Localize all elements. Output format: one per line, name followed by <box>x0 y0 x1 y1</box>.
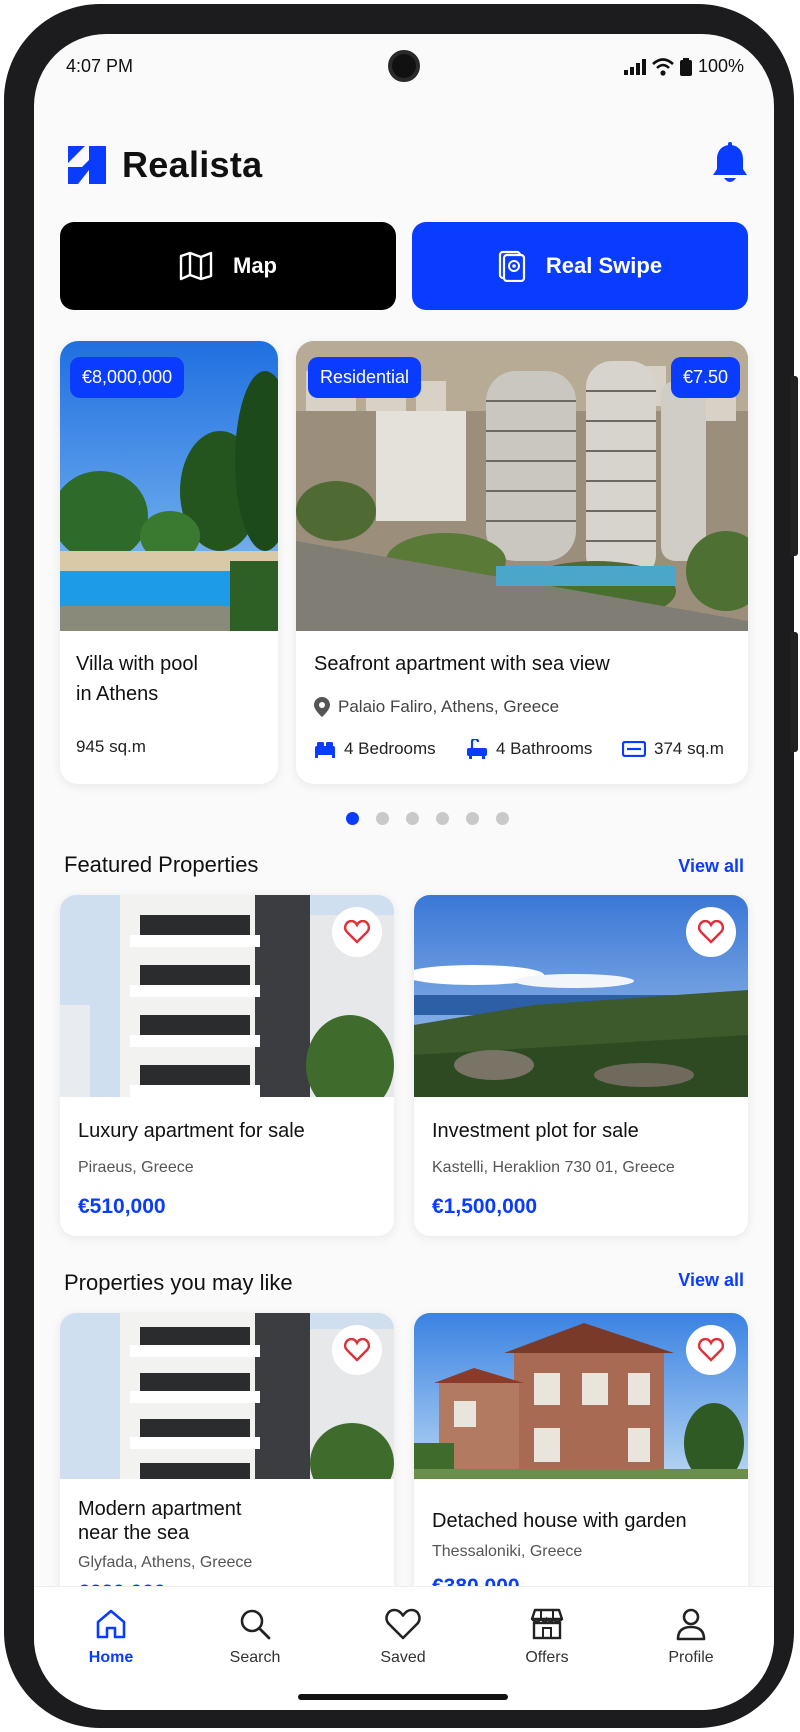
seafront-area: 374 sq.m <box>622 739 724 759</box>
may-like-card-detached-house[interactable]: Detached house with garden Thessaloniki,… <box>414 1313 748 1613</box>
may-like-section-title: Properties you may like <box>64 1270 293 1295</box>
detached-house-title: Detached house with garden <box>432 1510 687 1532</box>
signal-icon <box>623 58 646 75</box>
favorite-button[interactable] <box>686 1325 736 1375</box>
bathrooms-text: 4 Bathrooms <box>496 739 593 758</box>
notification-bell-icon[interactable] <box>710 142 750 186</box>
nav-saved-label: Saved <box>380 1649 426 1666</box>
villa-area: 945 sq.m <box>76 737 146 756</box>
seafront-title: Seafront apartment with sea view <box>314 653 610 675</box>
pager-dot-4[interactable] <box>436 812 449 825</box>
villa-title-line1: Villa with pool <box>76 653 198 675</box>
map-button[interactable]: Map <box>60 222 396 310</box>
investment-plot-title: Investment plot for sale <box>432 1120 639 1142</box>
heart-icon <box>698 920 724 944</box>
luxury-apartment-location: Piraeus, Greece <box>78 1159 194 1176</box>
pager-dot-3[interactable] <box>406 812 419 825</box>
app-brand: Realista <box>122 144 263 185</box>
location-pin-icon <box>314 697 330 717</box>
search-icon <box>240 1609 271 1640</box>
nav-search[interactable]: Search <box>200 1607 310 1667</box>
luxury-apartment-title: Luxury apartment for sale <box>78 1120 305 1142</box>
favorite-button[interactable] <box>686 907 736 957</box>
app-header: Realista <box>68 142 748 192</box>
wifi-icon <box>652 57 674 76</box>
status-time: 4:07 PM <box>66 56 134 76</box>
status-bar: 4:07 PM 100% <box>34 34 774 98</box>
featured-view-all-link[interactable]: View all <box>678 856 744 877</box>
may-like-view-all-link[interactable]: View all <box>678 1270 744 1291</box>
front-camera <box>388 50 420 82</box>
area-icon <box>622 741 646 757</box>
real-swipe-button[interactable]: Real Swipe <box>412 222 748 310</box>
may-like-card-modern-apartment[interactable]: Modern apartment near the sea Glyfada, A… <box>60 1313 394 1613</box>
pager-dot-6[interactable] <box>496 812 509 825</box>
luxury-apartment-price: €510,000 <box>78 1195 166 1218</box>
bottom-navigation: Home Search Saved Offers Profile <box>34 1586 774 1710</box>
nav-home[interactable]: Home <box>56 1607 166 1667</box>
status-icons: 100% <box>623 56 744 77</box>
featured-card-investment-plot[interactable]: Investment plot for sale Kastelli, Herak… <box>414 895 748 1236</box>
carousel-pager <box>346 812 509 825</box>
featured-section-title: Featured Properties <box>64 852 259 877</box>
villa-price-badge: €8,000,000 <box>70 357 185 398</box>
nav-profile[interactable]: Profile <box>636 1607 746 1667</box>
carousel-card-villa[interactable]: €8,000,000 Villa with pool in Athens 945… <box>60 341 278 784</box>
screen: 4:07 PM 100% Realista Map Real Swipe €8,… <box>34 34 774 1710</box>
villa-title: Villa with pool in Athens <box>76 649 198 709</box>
seafront-location: Palaio Faliro, Athens, Greece <box>314 697 559 717</box>
battery-icon <box>679 57 692 76</box>
heart-outline-icon <box>385 1608 421 1640</box>
seafront-bedrooms: 4 Bedrooms <box>314 739 436 759</box>
modern-apartment-title-line1: Modern apartment <box>78 1498 242 1520</box>
property-type-badge: Residential <box>308 357 422 398</box>
pager-dot-5[interactable] <box>466 812 479 825</box>
power-button <box>790 632 798 752</box>
pager-dot-1[interactable] <box>346 812 359 825</box>
carousel-card-seafront[interactable]: Residential €7.50 Seafront apartment wit… <box>296 341 748 784</box>
pager-dot-2[interactable] <box>376 812 389 825</box>
volume-button <box>790 376 798 556</box>
bedrooms-text: 4 Bedrooms <box>344 739 436 758</box>
home-icon <box>96 1609 126 1639</box>
user-icon <box>676 1608 706 1641</box>
modern-apartment-title-line2: near the sea <box>78 1522 190 1544</box>
map-button-label: Map <box>233 253 277 278</box>
nav-offers[interactable]: Offers <box>492 1607 602 1667</box>
modern-apartment-location: Glyfada, Athens, Greece <box>78 1554 253 1571</box>
real-swipe-label: Real Swipe <box>545 253 663 278</box>
seafront-location-text: Palaio Faliro, Athens, Greece <box>338 697 560 716</box>
investment-plot-location: Kastelli, Heraklion 730 01, Greece <box>432 1159 675 1176</box>
store-icon <box>530 1608 564 1640</box>
seafront-price-badge: €7.50 <box>670 357 740 398</box>
battery-percent: 100% <box>697 56 744 76</box>
area-text: 374 sq.m <box>654 739 724 758</box>
nav-saved[interactable]: Saved <box>348 1607 458 1667</box>
modern-apartment-title: Modern apartment near the sea <box>78 1497 241 1545</box>
heart-icon <box>698 1338 724 1362</box>
swipe-cards-icon <box>498 250 526 282</box>
favorite-button[interactable] <box>332 1325 382 1375</box>
phone-frame: 4:07 PM 100% Realista Map Real Swipe €8,… <box>4 4 798 1728</box>
home-indicator[interactable] <box>298 1694 508 1700</box>
seafront-bathrooms: 4 Bathrooms <box>466 739 592 759</box>
detached-house-location: Thessaloniki, Greece <box>432 1543 583 1560</box>
map-icon <box>179 251 213 281</box>
bathtub-icon <box>467 739 487 759</box>
nav-profile-label: Profile <box>668 1649 714 1666</box>
investment-plot-price: €1,500,000 <box>432 1195 538 1218</box>
realista-logo-icon <box>68 146 106 184</box>
nav-search-label: Search <box>229 1649 281 1666</box>
nav-offers-label: Offers <box>525 1649 569 1666</box>
bed-icon <box>315 742 335 758</box>
heart-icon <box>344 920 370 944</box>
featured-card-luxury-apartment[interactable]: Luxury apartment for sale Piraeus, Greec… <box>60 895 394 1236</box>
villa-title-line2: in Athens <box>76 683 159 705</box>
heart-icon <box>344 1338 370 1362</box>
nav-home-label: Home <box>88 1649 134 1666</box>
favorite-button[interactable] <box>332 907 382 957</box>
